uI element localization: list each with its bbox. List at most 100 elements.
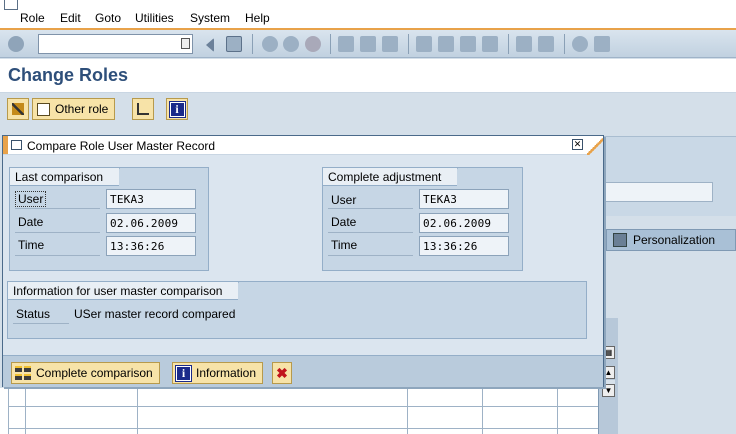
menu-system[interactable]: System [190, 11, 230, 25]
grid-line [137, 388, 138, 434]
information-button-label: Information [196, 366, 257, 380]
label-underline [328, 208, 413, 209]
last-time-field[interactable]: 13:36:26 [106, 236, 196, 256]
title-bar: Change Roles [0, 59, 736, 93]
command-input[interactable] [39, 35, 174, 53]
grid-line [407, 388, 408, 434]
complete-adjustment-group: Complete adjustment User TEKA3 Date 02.0… [322, 167, 523, 271]
create-session-icon[interactable] [516, 36, 532, 52]
find-icon[interactable] [360, 36, 376, 52]
hierarchy-icon [137, 103, 149, 115]
adjust-user-field[interactable]: TEKA3 [419, 189, 509, 209]
tab-personalization-label: Personalization [633, 233, 716, 247]
previous-page-icon[interactable] [438, 36, 454, 52]
grid-line [8, 406, 598, 407]
menu-bar: Role Edit Goto Utilities System Help [0, 0, 736, 30]
dialog-close-icon[interactable]: ✕ [572, 139, 583, 150]
adjust-date-field[interactable]: 02.06.2009 [419, 213, 509, 233]
shortcut-icon[interactable] [538, 36, 554, 52]
dialog-window-icon [11, 140, 22, 150]
display-change-button[interactable] [7, 98, 29, 120]
background-panel [604, 136, 736, 216]
status-label: Status [16, 307, 51, 321]
label-underline [15, 232, 100, 233]
cancel-button[interactable]: ✖ [272, 362, 292, 384]
label-underline [328, 255, 413, 256]
last-comparison-heading: Last comparison [10, 168, 132, 186]
tab-personalization[interactable]: Personalization [606, 229, 736, 251]
menu-goto[interactable]: Goto [95, 11, 121, 25]
personalization-icon [613, 233, 627, 247]
layout-menu-icon[interactable] [594, 36, 610, 52]
complete-comparison-icon [15, 366, 31, 380]
last-page-icon[interactable] [482, 36, 498, 52]
exit-icon[interactable] [283, 36, 299, 52]
compare-role-dialog: Compare Role User Master Record ✕ Last c… [2, 135, 604, 387]
help-icon[interactable] [572, 36, 588, 52]
other-role-icon [37, 102, 50, 116]
dialog-title-corner [587, 136, 603, 155]
information-heading: Information for user master comparison [8, 282, 251, 300]
adjust-time-field[interactable]: 13:36:26 [419, 236, 509, 256]
complete-comparison-label: Complete comparison [36, 366, 153, 380]
last-user-label: User [15, 191, 47, 207]
cancel-icon: ✖ [276, 364, 288, 381]
application-toolbar: Other role i [0, 94, 736, 124]
last-date-label: Date [18, 215, 44, 229]
grid-line [557, 388, 558, 434]
last-comparison-group: Last comparison User TEKA3 Date 02.06.20… [9, 167, 209, 271]
pencil-glasses-icon [12, 103, 24, 115]
back-arrow-icon[interactable] [206, 38, 214, 52]
information-icon: i [175, 364, 192, 382]
label-underline [15, 255, 100, 256]
label-underline [328, 232, 413, 233]
command-history-icon[interactable] [181, 38, 190, 49]
hierarchy-button[interactable] [132, 98, 154, 120]
back-nav-icon[interactable] [262, 36, 278, 52]
grid-line [8, 388, 9, 434]
information-toolbar-button[interactable]: i [166, 98, 188, 120]
toolbar-separator [408, 34, 409, 54]
print-icon[interactable] [338, 36, 354, 52]
menu-utilities[interactable]: Utilities [135, 11, 174, 25]
other-role-label: Other role [55, 102, 109, 116]
dialog-title-bar: Compare Role User Master Record ✕ [3, 136, 603, 155]
adjust-date-label: Date [331, 215, 357, 229]
toolbar-separator [564, 34, 565, 54]
dialog-footer: Complete comparison i Information ✖ [3, 355, 603, 387]
menu-help[interactable]: Help [245, 11, 270, 25]
dialog-title: Compare Role User Master Record [27, 139, 216, 153]
cancel-icon[interactable] [305, 36, 321, 52]
adjust-user-label: User [331, 193, 357, 207]
background-field [605, 182, 713, 202]
background-table [0, 388, 618, 434]
toolbar-separator [508, 34, 509, 54]
save-icon[interactable] [226, 36, 242, 52]
other-role-button[interactable]: Other role [32, 98, 116, 120]
first-page-icon[interactable] [416, 36, 432, 52]
menu-edit[interactable]: Edit [60, 11, 81, 25]
grid-line [8, 428, 598, 429]
standard-toolbar [0, 30, 736, 58]
last-time-label: Time [18, 238, 45, 252]
toolbar-separator [252, 34, 253, 54]
find-next-icon[interactable] [382, 36, 398, 52]
system-menu-icon[interactable] [4, 0, 18, 10]
page-title: Change Roles [8, 65, 129, 85]
enter-icon[interactable] [8, 36, 24, 52]
toolbar-separator [330, 34, 331, 54]
menu-role[interactable]: Role [20, 11, 45, 25]
label-underline [13, 323, 69, 324]
information-button[interactable]: i Information [172, 362, 264, 384]
complete-adjustment-heading: Complete adjustment [323, 168, 470, 186]
adjust-time-label: Time [331, 238, 358, 252]
information-icon: i [168, 100, 186, 118]
last-date-field[interactable]: 02.06.2009 [106, 213, 196, 233]
status-value: USer master record compared [74, 307, 236, 321]
grid-line [482, 388, 483, 434]
grid-line [25, 388, 26, 434]
complete-comparison-button[interactable]: Complete comparison [11, 362, 160, 384]
command-field[interactable] [38, 34, 193, 54]
last-user-field[interactable]: TEKA3 [106, 189, 196, 209]
next-page-icon[interactable] [460, 36, 476, 52]
